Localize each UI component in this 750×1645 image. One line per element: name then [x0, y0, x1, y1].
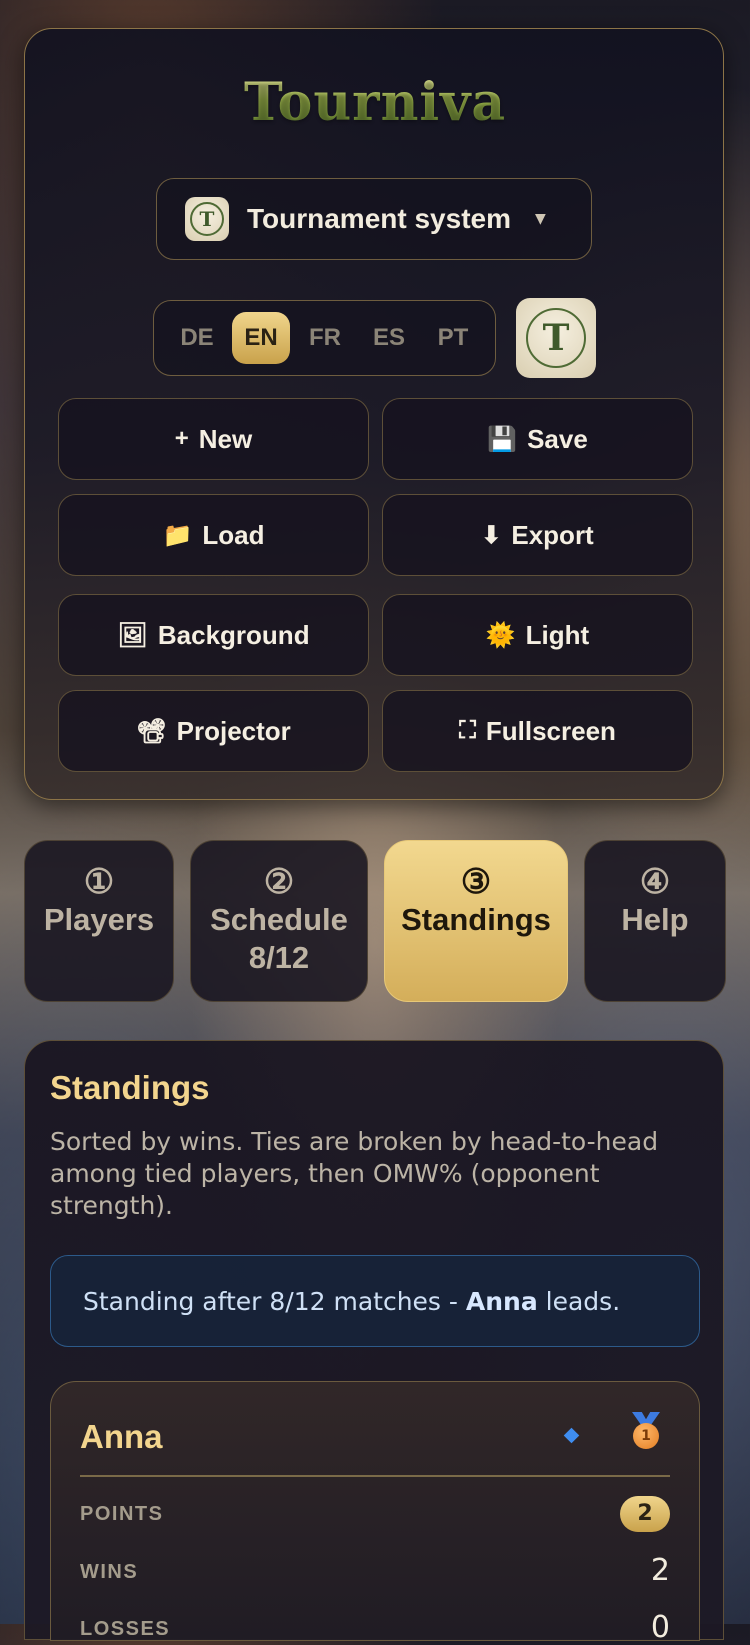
summary-prefix: Standing after 8/12 matches - [83, 1286, 466, 1316]
new-button[interactable]: + New [58, 398, 369, 480]
wins-value: 2 [650, 1553, 670, 1588]
tab-label: Schedule [210, 902, 348, 937]
projector-label: Projector [176, 715, 291, 746]
points-badge: 2 [620, 1496, 670, 1532]
emblem-icon: T [185, 197, 229, 241]
lang-fr[interactable]: FR [296, 312, 354, 364]
export-button[interactable]: ⬇ Export [382, 494, 693, 576]
fullscreen-icon: ⛶ [459, 717, 476, 744]
tab-label: Players [43, 902, 155, 937]
section-description: Sorted by wins. Ties are broken by head-… [50, 1127, 659, 1220]
tab-schedule[interactable]: ② Schedule 8/12 [190, 840, 368, 1002]
lang-en[interactable]: EN [232, 312, 290, 364]
player-name: Anna [80, 1418, 163, 1455]
step-number: ④ [639, 863, 671, 901]
tournament-system-select[interactable]: T Tournament system ▼ [156, 178, 592, 260]
summary-leader: Anna [465, 1286, 538, 1316]
emblem-icon: T [526, 308, 586, 368]
lang-pt[interactable]: PT [424, 312, 482, 364]
tournament-system-label: Tournament system [247, 203, 511, 234]
plus-icon: + [174, 425, 189, 452]
logo-button[interactable]: T [516, 298, 596, 378]
picture-frame-icon: 🖼 [117, 621, 148, 649]
projector-button[interactable]: 📽 Projector [58, 690, 369, 772]
folder-icon: 📁 [162, 521, 193, 549]
background-button[interactable]: 🖼 Background [58, 594, 369, 676]
fullscreen-label: Fullscreen [485, 715, 616, 746]
step-number: ② [263, 863, 295, 901]
tab-help[interactable]: ④ Help [584, 840, 726, 1002]
section-title: Standings [50, 1069, 210, 1106]
tab-progress: 8/12 [248, 940, 310, 975]
chevron-down-icon: ▼ [535, 211, 546, 227]
step-number: ③ [460, 863, 492, 901]
save-label: Save [527, 423, 588, 454]
lang-es[interactable]: ES [360, 312, 418, 364]
projector-icon: 📽 [136, 717, 167, 745]
download-arrow-icon: ⬇ [481, 521, 502, 549]
divider [80, 1475, 670, 1477]
losses-value: 0 [650, 1610, 670, 1645]
points-label: POINTS [80, 1503, 164, 1525]
app-logo: Tourniva [0, 72, 750, 133]
export-label: Export [511, 519, 594, 550]
sun-icon: 🌞 [485, 621, 516, 649]
medal-icon: 1 [630, 1412, 662, 1452]
save-button[interactable]: 💾 Save [382, 398, 693, 480]
fullscreen-button[interactable]: ⛶ Fullscreen [382, 690, 693, 772]
losses-label: LOSSES [80, 1618, 171, 1640]
wins-label: WINS [80, 1561, 139, 1583]
tab-label: Help [621, 902, 689, 937]
background-label: Background [157, 619, 310, 650]
lang-de[interactable]: DE [168, 312, 226, 364]
tab-standings[interactable]: ③ Standings [384, 840, 568, 1002]
tab-players[interactable]: ① Players [24, 840, 174, 1002]
tab-label: Standings [401, 902, 551, 937]
language-switcher: DE EN FR ES PT [153, 300, 496, 376]
load-label: Load [202, 519, 265, 550]
new-label: New [198, 423, 253, 454]
light-mode-button[interactable]: 🌞 Light [382, 594, 693, 676]
medal-rank: 1 [633, 1423, 659, 1449]
standing-summary: Standing after 8/12 matches - Anna leads… [50, 1255, 700, 1347]
step-number: ① [83, 863, 115, 901]
floppy-disk-icon: 💾 [487, 425, 518, 453]
load-button[interactable]: 📁 Load [58, 494, 369, 576]
summary-suffix: leads. [537, 1286, 621, 1316]
light-label: Light [525, 619, 590, 650]
